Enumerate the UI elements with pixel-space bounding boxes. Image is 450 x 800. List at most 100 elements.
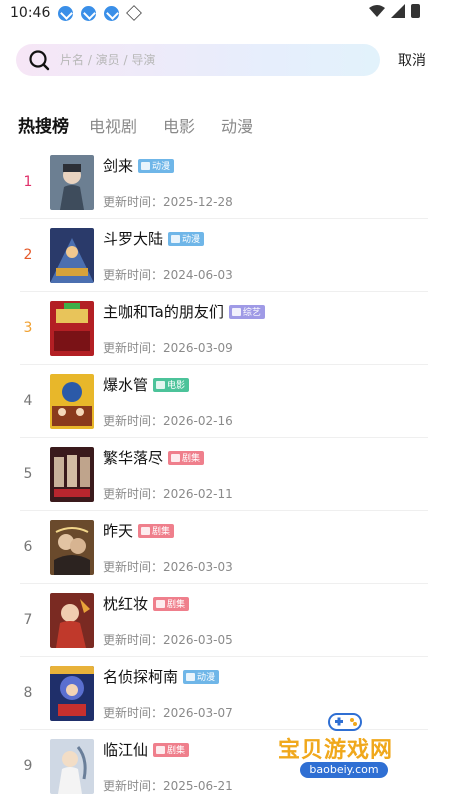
item-title: 爆水管: [103, 376, 149, 394]
poster-thumbnail: [50, 739, 94, 794]
tv-icon: [156, 599, 166, 608]
badge-label: 动漫: [152, 162, 171, 172]
rank-number: 7: [23, 612, 33, 628]
download-icon: [104, 5, 120, 21]
rank-number: 9: [23, 758, 33, 774]
item-title: 昨天: [103, 522, 134, 540]
badge-label: 动漫: [197, 673, 216, 683]
poster-thumbnail: [50, 374, 94, 429]
tab-tv-series[interactable]: 电视剧: [89, 113, 137, 137]
poster-thumbnail: [50, 520, 94, 575]
wifi-icon: [369, 5, 385, 17]
category-badge: 电影: [153, 377, 190, 392]
update-time: 更新时间：2026-03-07: [103, 706, 233, 720]
poster-thumbnail: [50, 447, 94, 502]
cube-icon: [126, 5, 143, 21]
category-badge: 动漫: [183, 669, 220, 684]
badge-label: 电影: [167, 381, 186, 391]
category-badge: 剧集: [153, 596, 190, 611]
title-line: 主咖和Ta的朋友们 综艺: [103, 301, 265, 322]
rank-number: 3: [23, 320, 33, 336]
star-icon: [231, 307, 241, 316]
status-time: 10:46: [10, 5, 51, 21]
list-item[interactable]: 3 主咖和Ta的朋友们 综艺 更新时间：2026-03-09: [20, 292, 428, 365]
item-title: 主咖和Ta的朋友们: [103, 303, 224, 321]
list-item[interactable]: 6 昨天 剧集 更新时间：2026-03-03: [20, 511, 428, 584]
gamepad-icon: [328, 713, 362, 731]
badge-label: 剧集: [182, 454, 201, 464]
update-time: 更新时间：2026-03-09: [103, 341, 233, 355]
item-title: 斗罗大陆: [103, 230, 164, 248]
search-input[interactable]: [60, 53, 350, 67]
tab-movies[interactable]: 电影: [163, 113, 195, 137]
item-title: 名侦探柯南: [103, 668, 179, 686]
item-title: 剑来: [103, 157, 134, 175]
tv-icon: [171, 234, 181, 243]
poster-thumbnail: [50, 301, 94, 356]
badge-label: 剧集: [167, 746, 186, 756]
hot-search-list: 1 剑来 动漫 更新时间：2025-12-28 2 斗罗大陆 动漫 更新时间：2…: [20, 146, 428, 800]
list-item[interactable]: 7 枕红妆 剧集 更新时间：2026-03-05: [20, 584, 428, 657]
tv-icon: [171, 453, 181, 462]
rank-number: 5: [23, 466, 33, 482]
search-box[interactable]: [16, 44, 380, 76]
badge-label: 动漫: [182, 235, 201, 245]
poster-thumbnail: [50, 666, 94, 721]
status-indicators: [369, 4, 420, 18]
category-badge: 剧集: [138, 523, 175, 538]
battery-icon: [411, 4, 420, 18]
update-time: 更新时间：2025-06-21: [103, 779, 233, 793]
update-time: 更新时间：2024-06-03: [103, 268, 233, 282]
rank-number: 8: [23, 685, 33, 701]
badge-label: 剧集: [152, 527, 171, 537]
item-title: 枕红妆: [103, 595, 149, 613]
film-icon: [156, 380, 166, 389]
category-badge: 动漫: [138, 158, 175, 173]
poster-thumbnail: [50, 593, 94, 648]
badge-label: 剧集: [167, 600, 186, 610]
cancel-button[interactable]: 取消: [398, 50, 426, 70]
badge-label: 综艺: [242, 308, 261, 318]
watermark-url: baobeiy.com: [300, 762, 388, 778]
download-icon: [58, 5, 74, 21]
item-title: 繁华落尽: [103, 449, 164, 467]
search-row: 取消: [16, 44, 436, 76]
title-line: 剑来 动漫: [103, 155, 175, 176]
rank-number: 6: [23, 539, 33, 555]
title-line: 昨天 剧集: [103, 520, 175, 541]
update-time: 更新时间：2026-02-11: [103, 487, 233, 501]
poster-thumbnail: [50, 155, 94, 210]
title-line: 爆水管 电影: [103, 374, 190, 395]
rank-number: 4: [23, 393, 33, 409]
tv-icon: [186, 672, 196, 681]
category-badge: 综艺: [228, 304, 265, 319]
title-line: 枕红妆 剧集: [103, 593, 190, 614]
tab-hot-search[interactable]: 热搜榜: [18, 112, 69, 137]
item-title: 临江仙: [103, 741, 149, 759]
title-line: 繁华落尽 剧集: [103, 447, 205, 468]
status-bar: 10:46: [0, 0, 450, 26]
watermark-logo: 宝贝游戏网 baobeiy.com: [272, 710, 422, 796]
update-time: 更新时间：2026-03-03: [103, 560, 233, 574]
download-icon: [81, 5, 97, 21]
list-item[interactable]: 2 斗罗大陆 动漫 更新时间：2024-06-03: [20, 219, 428, 292]
tab-anime[interactable]: 动漫: [221, 113, 253, 137]
search-icon: [29, 50, 50, 71]
update-time: 更新时间：2025-12-28: [103, 195, 233, 209]
title-line: 临江仙 剧集: [103, 739, 190, 760]
watermark-name: 宝贝游戏网: [278, 738, 394, 763]
category-badge: 剧集: [168, 450, 205, 465]
update-time: 更新时间：2026-02-16: [103, 414, 233, 428]
list-item[interactable]: 4 爆水管 电影 更新时间：2026-02-16: [20, 365, 428, 438]
tv-icon: [141, 161, 151, 170]
category-badge: 动漫: [168, 231, 205, 246]
tv-icon: [156, 745, 166, 754]
category-badge: 剧集: [153, 742, 190, 757]
list-item[interactable]: 5 繁华落尽 剧集 更新时间：2026-02-11: [20, 438, 428, 511]
list-item[interactable]: 1 剑来 动漫 更新时间：2025-12-28: [20, 146, 428, 219]
update-time: 更新时间：2026-03-05: [103, 633, 233, 647]
category-tabs: 热搜榜 电视剧 电影 动漫: [18, 112, 279, 137]
rank-number: 1: [23, 174, 33, 190]
title-line: 名侦探柯南 动漫: [103, 666, 220, 687]
signal-icon: [391, 4, 405, 18]
